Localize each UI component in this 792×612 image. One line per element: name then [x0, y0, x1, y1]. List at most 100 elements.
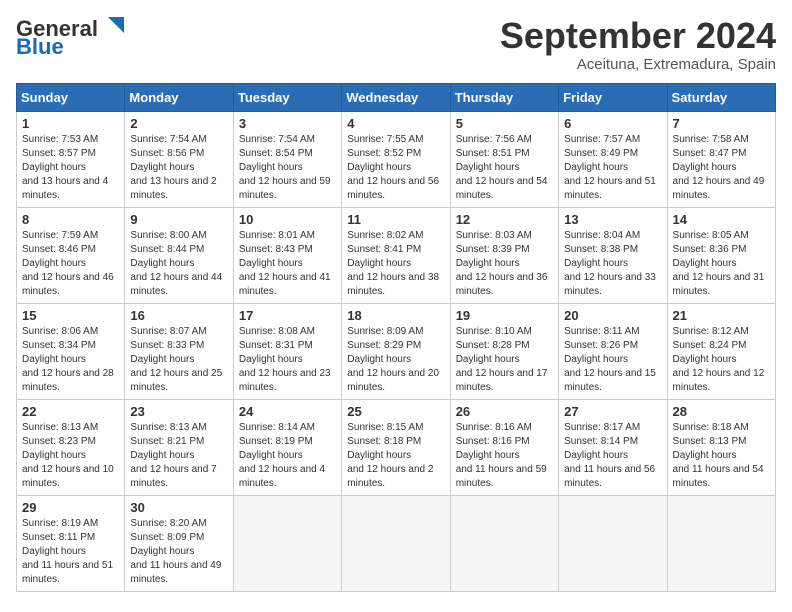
day-number: 14	[673, 212, 770, 227]
day-number: 5	[456, 116, 553, 131]
title-block: September 2024 Aceituna, Extremadura, Sp…	[500, 16, 776, 73]
day-info: Sunrise: 8:16 AM Sunset: 8:16 PM Dayligh…	[456, 421, 553, 491]
calendar-day-cell: 4 Sunrise: 7:55 AM Sunset: 8:52 PM Dayli…	[342, 111, 450, 207]
day-info: Sunrise: 8:02 AM Sunset: 8:41 PM Dayligh…	[347, 229, 444, 299]
day-number: 24	[239, 404, 336, 419]
day-number: 16	[130, 308, 227, 323]
location-subtitle: Aceituna, Extremadura, Spain	[500, 56, 776, 73]
calendar-day-cell: 24 Sunrise: 8:14 AM Sunset: 8:19 PM Dayl…	[233, 399, 341, 495]
day-number: 29	[22, 500, 119, 515]
day-info: Sunrise: 7:54 AM Sunset: 8:56 PM Dayligh…	[130, 133, 227, 203]
calendar-day-cell: 26 Sunrise: 8:16 AM Sunset: 8:16 PM Dayl…	[450, 399, 558, 495]
day-info: Sunrise: 8:11 AM Sunset: 8:26 PM Dayligh…	[564, 325, 661, 395]
day-number: 7	[673, 116, 770, 131]
calendar-day-cell: 20 Sunrise: 8:11 AM Sunset: 8:26 PM Dayl…	[559, 303, 667, 399]
day-number: 19	[456, 308, 553, 323]
calendar-day-cell: 16 Sunrise: 8:07 AM Sunset: 8:33 PM Dayl…	[125, 303, 233, 399]
calendar-day-cell: 28 Sunrise: 8:18 AM Sunset: 8:13 PM Dayl…	[667, 399, 775, 495]
day-number: 28	[673, 404, 770, 419]
day-info: Sunrise: 7:57 AM Sunset: 8:49 PM Dayligh…	[564, 133, 661, 203]
day-info: Sunrise: 8:01 AM Sunset: 8:43 PM Dayligh…	[239, 229, 336, 299]
day-info: Sunrise: 8:19 AM Sunset: 8:11 PM Dayligh…	[22, 517, 119, 587]
calendar-day-cell	[559, 495, 667, 591]
calendar-day-cell: 21 Sunrise: 8:12 AM Sunset: 8:24 PM Dayl…	[667, 303, 775, 399]
calendar-day-cell: 2 Sunrise: 7:54 AM Sunset: 8:56 PM Dayli…	[125, 111, 233, 207]
logo-icon-svg	[100, 13, 128, 41]
calendar-day-cell: 15 Sunrise: 8:06 AM Sunset: 8:34 PM Dayl…	[17, 303, 125, 399]
day-info: Sunrise: 8:13 AM Sunset: 8:21 PM Dayligh…	[130, 421, 227, 491]
calendar-day-cell: 5 Sunrise: 7:56 AM Sunset: 8:51 PM Dayli…	[450, 111, 558, 207]
calendar-day-cell: 29 Sunrise: 8:19 AM Sunset: 8:11 PM Dayl…	[17, 495, 125, 591]
calendar-day-cell: 27 Sunrise: 8:17 AM Sunset: 8:14 PM Dayl…	[559, 399, 667, 495]
calendar-day-cell: 3 Sunrise: 7:54 AM Sunset: 8:54 PM Dayli…	[233, 111, 341, 207]
day-number: 3	[239, 116, 336, 131]
page-header: General Blue September 2024 Aceituna, Ex…	[16, 16, 776, 73]
calendar-day-cell: 11 Sunrise: 8:02 AM Sunset: 8:41 PM Dayl…	[342, 207, 450, 303]
day-info: Sunrise: 8:07 AM Sunset: 8:33 PM Dayligh…	[130, 325, 227, 395]
day-info: Sunrise: 8:18 AM Sunset: 8:13 PM Dayligh…	[673, 421, 770, 491]
day-info: Sunrise: 7:58 AM Sunset: 8:47 PM Dayligh…	[673, 133, 770, 203]
day-number: 30	[130, 500, 227, 515]
day-number: 6	[564, 116, 661, 131]
day-info: Sunrise: 8:08 AM Sunset: 8:31 PM Dayligh…	[239, 325, 336, 395]
day-number: 4	[347, 116, 444, 131]
day-info: Sunrise: 8:04 AM Sunset: 8:38 PM Dayligh…	[564, 229, 661, 299]
day-info: Sunrise: 8:00 AM Sunset: 8:44 PM Dayligh…	[130, 229, 227, 299]
day-info: Sunrise: 8:17 AM Sunset: 8:14 PM Dayligh…	[564, 421, 661, 491]
calendar-day-cell: 17 Sunrise: 8:08 AM Sunset: 8:31 PM Dayl…	[233, 303, 341, 399]
day-number: 25	[347, 404, 444, 419]
calendar-day-cell: 10 Sunrise: 8:01 AM Sunset: 8:43 PM Dayl…	[233, 207, 341, 303]
day-number: 12	[456, 212, 553, 227]
day-info: Sunrise: 7:53 AM Sunset: 8:57 PM Dayligh…	[22, 133, 119, 203]
col-monday: Monday	[125, 83, 233, 111]
col-wednesday: Wednesday	[342, 83, 450, 111]
day-number: 20	[564, 308, 661, 323]
calendar-day-cell: 25 Sunrise: 8:15 AM Sunset: 8:18 PM Dayl…	[342, 399, 450, 495]
calendar-day-cell: 6 Sunrise: 7:57 AM Sunset: 8:49 PM Dayli…	[559, 111, 667, 207]
calendar-day-cell: 12 Sunrise: 8:03 AM Sunset: 8:39 PM Dayl…	[450, 207, 558, 303]
logo-blue: Blue	[16, 34, 64, 60]
calendar-day-cell: 14 Sunrise: 8:05 AM Sunset: 8:36 PM Dayl…	[667, 207, 775, 303]
calendar-header-row: Sunday Monday Tuesday Wednesday Thursday…	[17, 83, 776, 111]
calendar-day-cell	[233, 495, 341, 591]
calendar-day-cell: 23 Sunrise: 8:13 AM Sunset: 8:21 PM Dayl…	[125, 399, 233, 495]
day-number: 23	[130, 404, 227, 419]
calendar-day-cell: 18 Sunrise: 8:09 AM Sunset: 8:29 PM Dayl…	[342, 303, 450, 399]
calendar-day-cell: 19 Sunrise: 8:10 AM Sunset: 8:28 PM Dayl…	[450, 303, 558, 399]
day-number: 11	[347, 212, 444, 227]
day-info: Sunrise: 8:05 AM Sunset: 8:36 PM Dayligh…	[673, 229, 770, 299]
day-number: 17	[239, 308, 336, 323]
day-info: Sunrise: 7:59 AM Sunset: 8:46 PM Dayligh…	[22, 229, 119, 299]
calendar-week-4: 22 Sunrise: 8:13 AM Sunset: 8:23 PM Dayl…	[17, 399, 776, 495]
calendar-day-cell: 1 Sunrise: 7:53 AM Sunset: 8:57 PM Dayli…	[17, 111, 125, 207]
calendar-day-cell: 30 Sunrise: 8:20 AM Sunset: 8:09 PM Dayl…	[125, 495, 233, 591]
calendar-week-2: 8 Sunrise: 7:59 AM Sunset: 8:46 PM Dayli…	[17, 207, 776, 303]
calendar-day-cell: 7 Sunrise: 7:58 AM Sunset: 8:47 PM Dayli…	[667, 111, 775, 207]
day-number: 15	[22, 308, 119, 323]
calendar-week-1: 1 Sunrise: 7:53 AM Sunset: 8:57 PM Dayli…	[17, 111, 776, 207]
day-number: 8	[22, 212, 119, 227]
calendar-day-cell: 22 Sunrise: 8:13 AM Sunset: 8:23 PM Dayl…	[17, 399, 125, 495]
calendar-day-cell: 8 Sunrise: 7:59 AM Sunset: 8:46 PM Dayli…	[17, 207, 125, 303]
calendar-week-3: 15 Sunrise: 8:06 AM Sunset: 8:34 PM Dayl…	[17, 303, 776, 399]
day-number: 9	[130, 212, 227, 227]
calendar-day-cell: 9 Sunrise: 8:00 AM Sunset: 8:44 PM Dayli…	[125, 207, 233, 303]
day-info: Sunrise: 7:55 AM Sunset: 8:52 PM Dayligh…	[347, 133, 444, 203]
day-number: 1	[22, 116, 119, 131]
month-title: September 2024	[500, 16, 776, 56]
day-number: 10	[239, 212, 336, 227]
col-friday: Friday	[559, 83, 667, 111]
day-info: Sunrise: 8:03 AM Sunset: 8:39 PM Dayligh…	[456, 229, 553, 299]
day-info: Sunrise: 8:10 AM Sunset: 8:28 PM Dayligh…	[456, 325, 553, 395]
calendar-day-cell: 13 Sunrise: 8:04 AM Sunset: 8:38 PM Dayl…	[559, 207, 667, 303]
col-sunday: Sunday	[17, 83, 125, 111]
day-number: 18	[347, 308, 444, 323]
col-thursday: Thursday	[450, 83, 558, 111]
day-info: Sunrise: 8:15 AM Sunset: 8:18 PM Dayligh…	[347, 421, 444, 491]
day-number: 2	[130, 116, 227, 131]
day-info: Sunrise: 8:12 AM Sunset: 8:24 PM Dayligh…	[673, 325, 770, 395]
day-number: 26	[456, 404, 553, 419]
calendar-day-cell	[342, 495, 450, 591]
calendar-table: Sunday Monday Tuesday Wednesday Thursday…	[16, 83, 776, 592]
calendar-day-cell	[667, 495, 775, 591]
